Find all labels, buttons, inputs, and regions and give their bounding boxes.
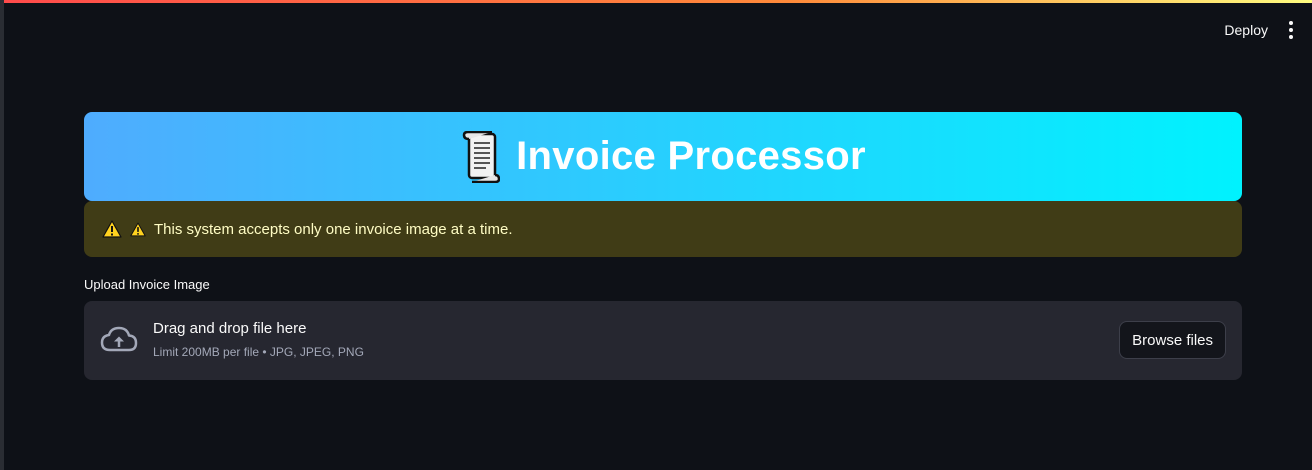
more-vertical-icon[interactable]	[1284, 18, 1298, 42]
file-dropzone[interactable]: Drag and drop file here Limit 200MB per …	[84, 301, 1242, 380]
warning-icon	[102, 220, 122, 238]
warning-alert: This system accepts only one invoice ima…	[84, 201, 1242, 257]
uploader-label: Upload Invoice Image	[84, 277, 210, 292]
title-banner: Invoice Processor	[84, 112, 1242, 201]
app-window: Deploy Invoice Processor This system acc…	[0, 0, 1312, 470]
header-toolbar: Deploy	[1218, 18, 1298, 42]
scroll-icon	[462, 130, 501, 183]
page-title: Invoice Processor	[516, 134, 866, 178]
warning-message: This system accepts only one invoice ima…	[154, 220, 513, 238]
dropzone-instructions: Drag and drop file here Limit 200MB per …	[153, 320, 364, 359]
cloud-upload-icon	[100, 326, 138, 352]
top-decoration-stripe	[4, 0, 1312, 3]
warning-text-icon	[130, 222, 146, 236]
deploy-button[interactable]: Deploy	[1218, 18, 1274, 42]
dropzone-limit-text: Limit 200MB per file • JPG, JPEG, PNG	[153, 345, 364, 359]
dropzone-title: Drag and drop file here	[153, 320, 307, 337]
browse-files-button[interactable]: Browse files	[1119, 321, 1226, 359]
